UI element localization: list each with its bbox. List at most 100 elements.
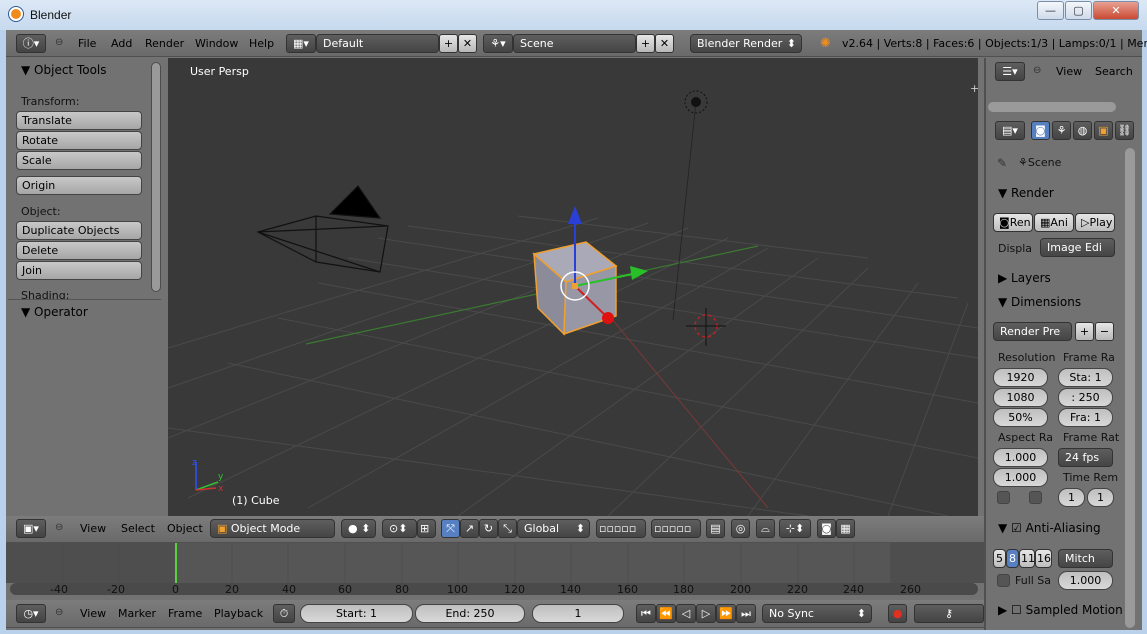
rotate-manipulator-icon[interactable]: ↻ — [479, 519, 498, 538]
close-button[interactable]: ✕ — [1093, 1, 1139, 20]
frame-end-field[interactable]: : 250 — [1058, 388, 1113, 407]
add-preset-button[interactable]: + — [1075, 322, 1094, 341]
add-screen-button[interactable]: + — [439, 34, 458, 53]
outliner-menu-search[interactable]: Search — [1095, 65, 1133, 78]
play-icon[interactable]: ▷ — [696, 604, 716, 623]
sync-mode-select[interactable]: No Sync ⬍ — [762, 604, 872, 623]
aa-filter-size-field[interactable]: 1.000 — [1058, 571, 1113, 590]
scale-manipulator-icon[interactable]: ⤡ — [498, 519, 517, 538]
menu-object[interactable]: Object — [167, 522, 203, 535]
rotate-button[interactable]: Rotate — [16, 131, 142, 150]
snap-element-select[interactable]: ⊹⬍ — [779, 519, 811, 538]
collapse-menu-icon[interactable]: ⊖ — [55, 37, 63, 48]
aspect-y-field[interactable]: 1.000 — [993, 468, 1048, 487]
frame-start-field[interactable]: Sta: 1 — [1058, 368, 1113, 387]
lock-layers-icon[interactable]: ▤ — [706, 519, 725, 538]
delete-screen-button[interactable]: ✕ — [458, 34, 477, 53]
keying-set-icon[interactable]: ⚷ — [914, 604, 984, 623]
camera-object[interactable] — [256, 185, 389, 273]
menu-view[interactable]: View — [80, 522, 106, 535]
dimensions-panel-header[interactable]: ▼ Dimensions — [998, 295, 1081, 309]
auto-keyframe-record-icon[interactable]: ● — [888, 604, 907, 623]
timeline-menu-playback[interactable]: Playback — [214, 607, 263, 620]
crop-checkbox[interactable] — [1029, 491, 1042, 504]
aa-filter-select[interactable]: Mitch — [1058, 549, 1113, 568]
manipulator-center-icon[interactable]: ⊞ — [417, 519, 436, 538]
delete-button[interactable]: Delete — [16, 241, 142, 260]
layers-panel-header[interactable]: ▶ Layers — [998, 271, 1051, 285]
proportional-edit-icon[interactable]: ◎ — [731, 519, 750, 538]
remove-preset-button[interactable]: − — [1095, 322, 1114, 341]
sampled-motion-panel-header[interactable]: ▶ ☐ Sampled Motion — [998, 603, 1123, 617]
render-still-button[interactable]: ◙Ren — [993, 213, 1033, 232]
layer-buttons-1[interactable]: ▫▫▫▫▫ — [596, 519, 646, 538]
pin-icon[interactable]: ✎ — [997, 156, 1007, 170]
render-presets-select[interactable]: Render Pre — [993, 322, 1072, 341]
jump-keyframe-back-icon[interactable]: ⏪ — [656, 604, 676, 623]
anti-aliasing-panel-header[interactable]: ▼ ☑ Anti-Aliasing — [998, 521, 1101, 535]
duplicate-objects-button[interactable]: Duplicate Objects — [16, 221, 142, 240]
scene-icon[interactable]: ⚘▾ — [483, 34, 513, 53]
timeline-menu-view[interactable]: View — [80, 607, 106, 620]
object-tools-panel-header[interactable]: ▼ Object Tools — [21, 63, 107, 77]
end-frame-field[interactable]: End: 250 — [415, 604, 525, 623]
collapse-outliner-icon[interactable]: ⊖ — [1033, 65, 1041, 76]
editor-type-info-button[interactable]: ⓘ▾ — [16, 34, 46, 53]
world-context-icon[interactable]: ◍ — [1073, 121, 1092, 140]
editor-type-properties-button[interactable]: ▤▾ — [995, 121, 1025, 140]
fps-select[interactable]: 24 fps — [1058, 448, 1113, 467]
aa-samples-11[interactable]: 11 — [1019, 549, 1035, 568]
operator-panel-header[interactable]: ▼ Operator — [21, 305, 88, 319]
menu-window[interactable]: Window — [195, 37, 238, 50]
delete-scene-button[interactable]: ✕ — [655, 34, 674, 53]
resolution-y-field[interactable]: 1080 — [993, 388, 1048, 407]
maximize-button[interactable]: ▢ — [1065, 1, 1092, 20]
jump-keyframe-forward-icon[interactable]: ⏩ — [716, 604, 736, 623]
move-manipulator-icon[interactable]: ↗ — [460, 519, 479, 538]
border-checkbox[interactable] — [997, 491, 1010, 504]
menu-help[interactable]: Help — [249, 37, 274, 50]
timeline-menu-frame[interactable]: Frame — [168, 607, 202, 620]
aa-samples-5[interactable]: 5 — [993, 549, 1006, 568]
scene-select[interactable]: Scene — [513, 34, 636, 53]
3d-cursor-icon[interactable] — [686, 308, 726, 346]
layer-buttons-2[interactable]: ▫▫▫▫▫ — [651, 519, 701, 538]
minimize-button[interactable]: — — [1037, 1, 1064, 20]
outliner-menu-view[interactable]: View — [1056, 65, 1082, 78]
editor-type-3dview-button[interactable]: ▣▾ — [16, 519, 46, 538]
jump-start-icon[interactable]: ⏮ — [636, 604, 656, 623]
origin-button[interactable]: Origin — [16, 176, 142, 195]
timeline-menu-marker[interactable]: Marker — [118, 607, 156, 620]
play-animation-button[interactable]: ▷Play — [1075, 213, 1115, 232]
properties-toggle-icon[interactable]: + — [970, 82, 978, 95]
menu-add[interactable]: Add — [111, 37, 132, 50]
render-engine-select[interactable]: Blender Render ⬍ — [690, 34, 802, 53]
aa-samples-16[interactable]: 16 — [1035, 549, 1052, 568]
collapse-timeline-header-icon[interactable]: ⊖ — [55, 607, 63, 618]
translate-manipulator-icon[interactable]: ⤧ — [441, 519, 460, 538]
join-button[interactable]: Join — [16, 261, 142, 280]
current-frame-field[interactable]: 1 — [532, 604, 624, 623]
render-animation-button[interactable]: ▦Ani — [1034, 213, 1074, 232]
3d-viewport[interactable]: User Persp (1) Cube z y x + — [168, 58, 978, 516]
aa-samples-8[interactable]: 8 — [1006, 549, 1019, 568]
full-sample-checkbox[interactable] — [997, 574, 1010, 587]
object-context-icon[interactable]: ▣ — [1094, 121, 1113, 140]
scale-button[interactable]: Scale — [16, 151, 142, 170]
aspect-x-field[interactable]: 1.000 — [993, 448, 1048, 467]
render-still-icon[interactable]: ◙ — [817, 519, 836, 538]
display-mode-select[interactable]: Image Edi — [1040, 238, 1115, 257]
scene-context-icon[interactable]: ⚘ — [1052, 121, 1071, 140]
render-panel-header[interactable]: ▼ Render — [998, 186, 1054, 200]
render-animation-icon[interactable]: ▦ — [836, 519, 855, 538]
menu-select[interactable]: Select — [121, 522, 155, 535]
translate-button[interactable]: Translate — [16, 111, 142, 130]
menu-render[interactable]: Render — [145, 37, 184, 50]
timeline-area[interactable] — [6, 543, 984, 583]
time-remap-new-field[interactable]: 1 — [1087, 488, 1114, 507]
preview-range-icon[interactable]: ⏱ — [273, 604, 295, 623]
jump-end-icon[interactable]: ⏭ — [736, 604, 756, 623]
add-scene-button[interactable]: + — [636, 34, 655, 53]
interaction-mode-select[interactable]: ▣ Object Mode — [210, 519, 335, 538]
menu-file[interactable]: File — [78, 37, 96, 50]
